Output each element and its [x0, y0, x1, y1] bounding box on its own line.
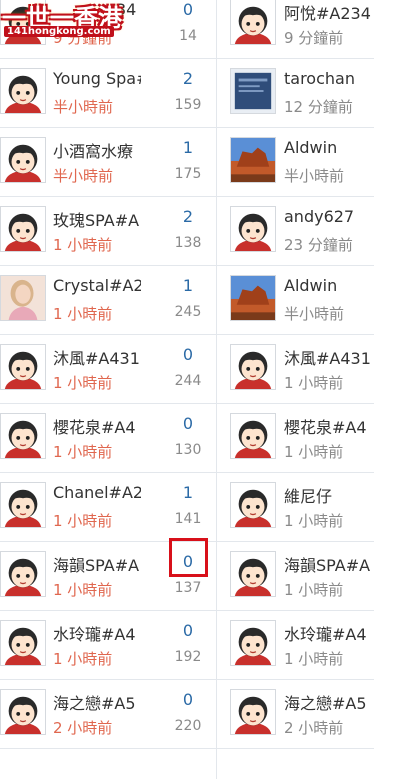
site-logo: 一世一香港 141hongkong.com — [0, 0, 125, 44]
thread-row: 沐風#A431 1 小時前 0 244 沐風#A431 1 小時前 — [0, 335, 374, 404]
author-avatar[interactable] — [0, 620, 46, 666]
reply-count-link[interactable]: 0 — [160, 690, 216, 709]
view-count: 175 — [174, 166, 202, 182]
last-poster-name[interactable]: 維尼仔 — [284, 483, 374, 507]
last-poster-name[interactable]: 水玲瓏#A4 — [284, 621, 374, 645]
last-poster-avatar[interactable] — [230, 620, 276, 666]
last-post-time: 1 小時前 — [284, 650, 344, 668]
thread-row: 海之戀#A5 2 小時前 0 220 海之戀#A5 2 小時前 — [0, 680, 374, 749]
last-poster-name[interactable]: Aldwin — [284, 276, 374, 295]
thread-row: 小酒窩水療半小時前 1 175 Aldwin 半小時前 — [0, 128, 374, 197]
post-time: 1 小時前 — [53, 512, 113, 530]
thread-title-link[interactable]: 小酒窩水療 — [53, 138, 141, 162]
post-time: 1 小時前 — [53, 305, 113, 323]
last-post-time: 1 小時前 — [284, 581, 344, 599]
last-post-time: 12 分鐘前 — [284, 98, 353, 116]
thread-title-link[interactable]: 水玲瓏#A4 — [53, 621, 141, 645]
author-avatar[interactable] — [0, 413, 46, 459]
last-poster-name[interactable]: 沐風#A431 — [284, 345, 374, 369]
last-poster-avatar[interactable] — [230, 482, 276, 528]
last-poster-avatar[interactable] — [230, 275, 276, 321]
last-poster-name[interactable]: 櫻花泉#A4 — [284, 414, 374, 438]
view-count: 138 — [174, 235, 202, 251]
post-time: 2 小時前 — [53, 719, 113, 737]
last-poster-avatar[interactable] — [230, 0, 276, 45]
last-poster-avatar[interactable] — [230, 551, 276, 597]
post-time: 半小時前 — [53, 167, 114, 185]
logo-sub-text: 141hongkong.com — [4, 26, 114, 37]
post-time: 1 小時前 — [53, 374, 113, 392]
reply-count-link[interactable]: 0 — [160, 0, 216, 19]
reply-count-link[interactable]: 1 — [160, 138, 216, 157]
post-time: 1 小時前 — [53, 443, 113, 461]
reply-count-link[interactable]: 0 — [160, 345, 216, 364]
thread-row: Young Spa# 半小時前 2 159 tarochan 12 分鐘前 — [0, 59, 374, 128]
thread-title-link[interactable]: Young Spa# — [53, 69, 141, 88]
post-time: 1 小時前 — [53, 650, 113, 668]
last-post-time: 1 小時前 — [284, 512, 344, 530]
view-count: 192 — [174, 649, 202, 665]
author-avatar[interactable] — [0, 689, 46, 735]
view-count: 245 — [174, 304, 202, 320]
thread-row: 水玲瓏#A4 1 小時前 0 192 水玲瓏#A4 1 小時前 — [0, 611, 374, 680]
last-post-time: 半小時前 — [284, 167, 345, 185]
author-avatar[interactable] — [0, 344, 46, 390]
view-count: 159 — [174, 97, 202, 113]
thread-title-link[interactable]: Crystal#A2 — [53, 276, 141, 295]
author-avatar[interactable] — [0, 68, 46, 114]
thread-title-link[interactable]: Chanel#A2 — [53, 483, 141, 502]
post-time: 半小時前 — [53, 98, 114, 116]
last-poster-name[interactable]: 阿悅#A234 — [284, 0, 374, 24]
reply-count-link[interactable]: 1 — [160, 276, 216, 295]
last-poster-avatar[interactable] — [230, 689, 276, 735]
author-avatar[interactable] — [0, 137, 46, 183]
last-poster-avatar[interactable] — [230, 344, 276, 390]
last-poster-name[interactable]: 海韻SPA#A — [284, 552, 374, 576]
post-time: 1 小時前 — [53, 236, 113, 254]
last-poster-avatar[interactable] — [230, 137, 276, 183]
last-poster-name[interactable]: Aldwin — [284, 138, 374, 157]
thread-row: 玫瑰SPA#A 1 小時前 2 138 andy627 23 分鐘前 — [0, 197, 374, 266]
last-post-time: 半小時前 — [284, 305, 345, 323]
thread-title-link[interactable]: 櫻花泉#A4 — [53, 414, 141, 438]
last-post-time: 1 小時前 — [284, 374, 344, 392]
view-count: 244 — [174, 373, 202, 389]
thread-title-link[interactable]: 海韻SPA#A — [53, 552, 141, 576]
author-avatar[interactable] — [0, 482, 46, 528]
last-post-time: 2 小時前 — [284, 719, 344, 737]
reply-count-link[interactable]: 2 — [160, 69, 216, 88]
highlight-box — [169, 538, 208, 577]
last-post-time: 23 分鐘前 — [284, 236, 353, 254]
thread-row: 櫻花泉#A4 1 小時前 0 130 櫻花泉#A4 1 小時前 — [0, 404, 374, 473]
thread-row: Crystal#A2 1 小時前 1 245 Aldwin 半小時前 — [0, 266, 374, 335]
post-time: 1 小時前 — [53, 581, 113, 599]
author-avatar[interactable] — [0, 275, 46, 321]
thread-title-link[interactable]: 海之戀#A5 — [53, 690, 141, 714]
reply-count-link[interactable]: 0 — [160, 621, 216, 640]
last-post-time: 1 小時前 — [284, 443, 344, 461]
reply-count-link[interactable]: 2 — [160, 207, 216, 226]
last-poster-avatar[interactable] — [230, 68, 276, 114]
view-count: 220 — [174, 718, 202, 734]
reply-count-link[interactable]: 0 — [160, 414, 216, 433]
thread-title-link[interactable]: 沐風#A431 — [53, 345, 141, 369]
view-count: 141 — [174, 511, 202, 527]
reply-count-link[interactable]: 1 — [160, 483, 216, 502]
thread-row: Chanel#A2 1 小時前 1 141 維尼仔 1 小時前 — [0, 473, 374, 542]
view-count: 130 — [174, 442, 202, 458]
author-avatar[interactable] — [0, 206, 46, 252]
last-poster-name[interactable]: andy627 — [284, 207, 374, 226]
thread-title-link[interactable]: 玫瑰SPA#A — [53, 207, 141, 231]
last-poster-avatar[interactable] — [230, 413, 276, 459]
last-post-time: 9 分鐘前 — [284, 29, 344, 47]
last-poster-avatar[interactable] — [230, 206, 276, 252]
view-count: 14 — [179, 28, 197, 44]
author-avatar[interactable] — [0, 551, 46, 597]
view-count: 137 — [174, 580, 202, 596]
last-poster-name[interactable]: 海之戀#A5 — [284, 690, 374, 714]
last-poster-name[interactable]: tarochan — [284, 69, 374, 88]
